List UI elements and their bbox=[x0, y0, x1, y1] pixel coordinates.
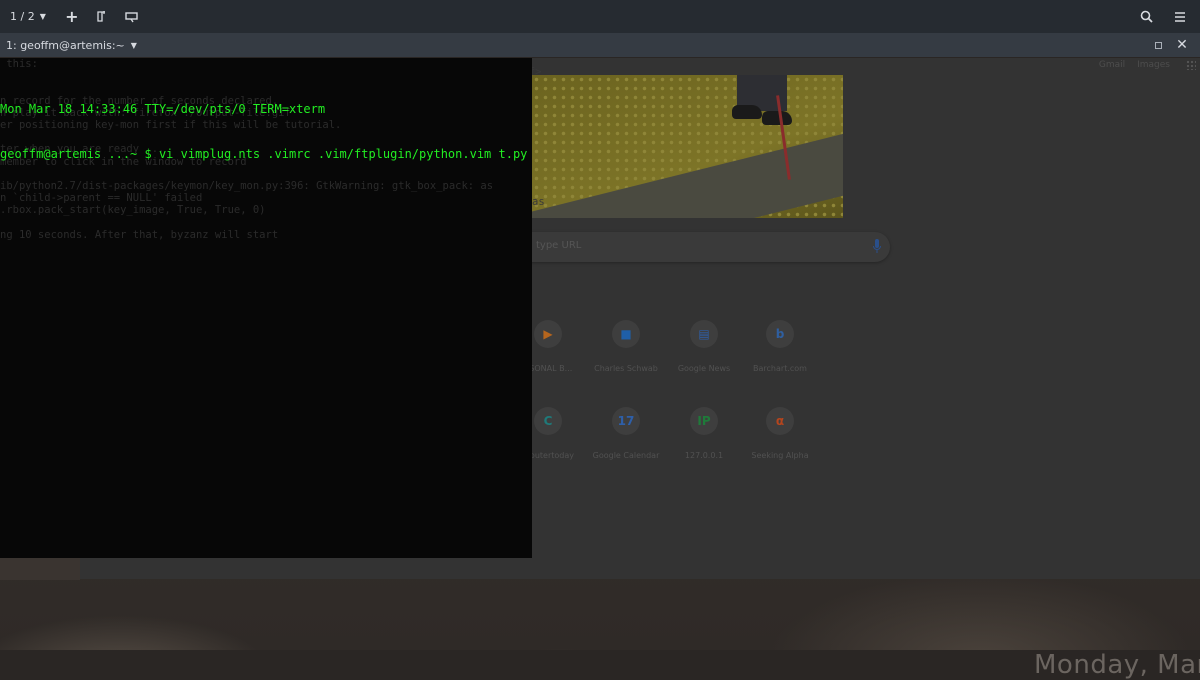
search-icon[interactable] bbox=[1136, 0, 1156, 33]
restore-icon[interactable] bbox=[1146, 33, 1170, 57]
shortcut-tile[interactable]: ■ Charles Schwab bbox=[586, 320, 666, 373]
top-panel: 1 / 2 ▼ + bbox=[0, 0, 1200, 33]
tile-window-icon[interactable] bbox=[90, 0, 114, 33]
apps-grid-icon[interactable] bbox=[1186, 60, 1196, 70]
search-placeholder: type URL bbox=[536, 240, 582, 251]
scrollback-line: ng 10 seconds. After that, byzanz will s… bbox=[0, 228, 279, 241]
shortcut-tile[interactable]: b Barchart.com bbox=[740, 320, 820, 373]
chevron-down-icon: ▼ bbox=[39, 12, 46, 21]
shortcut-favicon-icon: IP bbox=[690, 407, 718, 435]
terminal-output[interactable]: Mon Mar 18 14:33:46 TTY=/dev/pts/0 TERM=… bbox=[0, 72, 527, 192]
desktop-wallpaper-strip bbox=[0, 558, 80, 580]
scrollback-line: n `child->parent == NULL' failed bbox=[0, 192, 203, 205]
add-icon[interactable]: + bbox=[62, 0, 82, 33]
terminal-window[interactable]: this: n record for the number of seconds … bbox=[0, 58, 532, 558]
scrollback-line: this: bbox=[0, 58, 38, 70]
shortcut-label: Barchart.com bbox=[753, 364, 807, 373]
terminal-ghost-text: as bbox=[532, 196, 545, 208]
shortcut-label: Seeking Alpha bbox=[751, 451, 809, 460]
workspace-label: 1 / 2 bbox=[10, 10, 35, 23]
gmail-link[interactable]: Gmail bbox=[1099, 60, 1125, 70]
terminal-command-line: geoffm@artemis ...~ $ vi vimplug.nts .vi… bbox=[0, 147, 528, 161]
workspace-switcher[interactable]: 1 / 2 ▼ bbox=[10, 0, 46, 33]
desktop-date: Monday, March bbox=[1034, 650, 1200, 680]
shortcut-favicon-icon: 17 bbox=[612, 407, 640, 435]
google-header-links: Gmail Images bbox=[1099, 60, 1190, 70]
chevron-down-icon[interactable]: ▼ bbox=[131, 41, 137, 50]
window-titlebar[interactable]: 1: geoffm@artemis:~ ▼ ✕ bbox=[0, 33, 1200, 57]
shortcut-favicon-icon: ▤ bbox=[690, 320, 718, 348]
shortcut-favicon-icon: C bbox=[534, 407, 562, 435]
shortcut-favicon-icon: ■ bbox=[612, 320, 640, 348]
shortcut-label: Google News bbox=[677, 364, 731, 373]
scrollback-line: .rbox.pack_start(key_image, True, True, … bbox=[0, 204, 266, 217]
microphone-icon[interactable] bbox=[873, 239, 881, 253]
shortcut-tile[interactable]: 17 Google Calendar bbox=[586, 407, 666, 460]
scrollback-line bbox=[0, 216, 493, 228]
window-title: 1: geoffm@artemis:~ bbox=[6, 38, 125, 52]
shortcut-favicon-icon: b bbox=[766, 320, 794, 348]
search-input[interactable]: type URL bbox=[500, 232, 890, 262]
shortcut-favicon-icon: ▶ bbox=[534, 320, 562, 348]
google-doodle[interactable] bbox=[532, 75, 843, 218]
shortcut-tile[interactable]: IP 127.0.0.1 bbox=[664, 407, 744, 460]
terminal-status-line: Mon Mar 18 14:33:46 TTY=/dev/pts/0 TERM=… bbox=[0, 102, 326, 116]
images-link[interactable]: Images bbox=[1137, 60, 1170, 70]
screenshot-icon[interactable] bbox=[120, 0, 144, 33]
shortcut-tile[interactable]: α Seeking Alpha bbox=[740, 407, 820, 460]
shortcut-tile[interactable]: ▤ Google News bbox=[664, 320, 744, 373]
close-icon[interactable]: ✕ bbox=[1170, 33, 1194, 57]
shortcut-label: 127.0.0.1 bbox=[684, 451, 724, 460]
menu-icon[interactable] bbox=[1170, 0, 1190, 33]
shortcut-favicon-icon: α bbox=[766, 407, 794, 435]
shortcut-label: Google Calendar bbox=[592, 451, 660, 460]
shortcut-label: Charles Schwab bbox=[594, 364, 658, 373]
